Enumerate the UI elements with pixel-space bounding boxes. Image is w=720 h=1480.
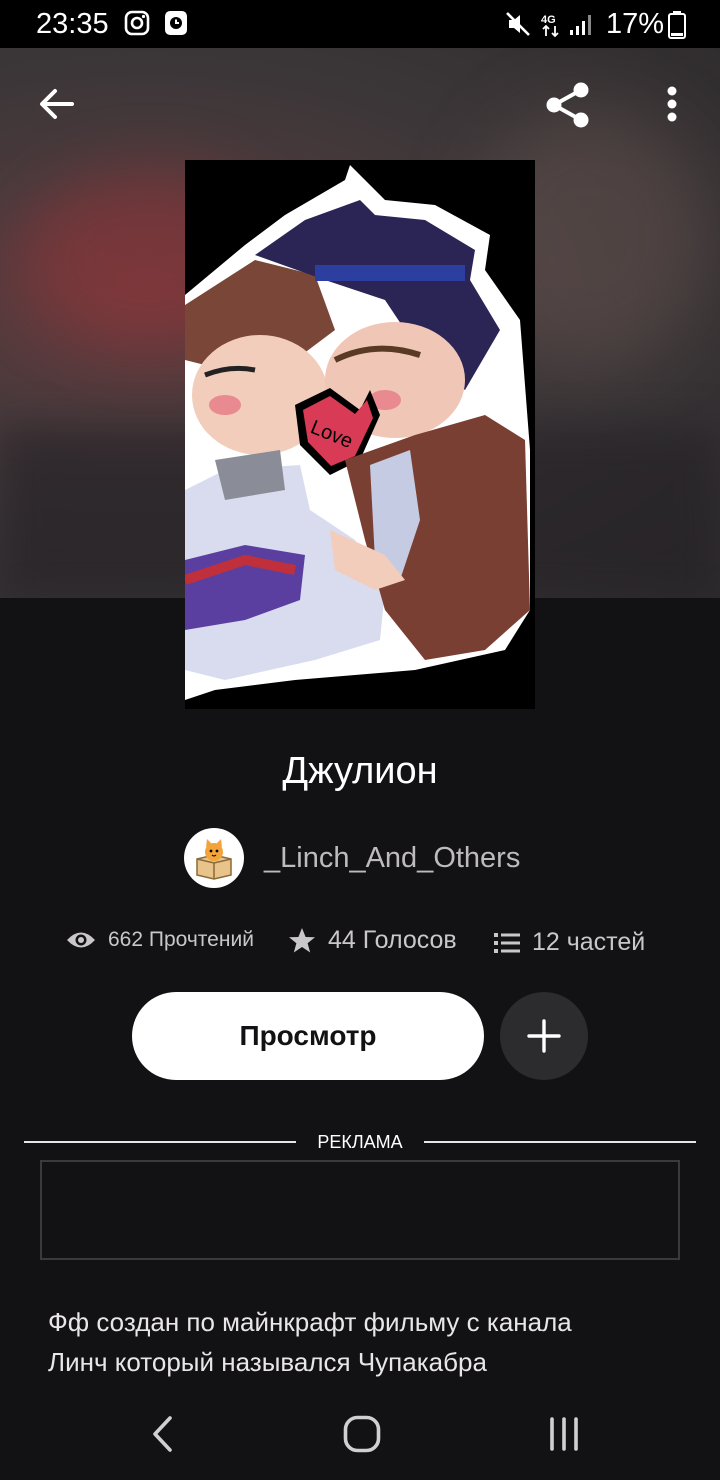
ad-banner[interactable] xyxy=(40,1160,680,1260)
instagram-icon xyxy=(124,10,150,41)
votes-count: 44 Голосов xyxy=(328,926,457,954)
status-time: 23:35 xyxy=(36,8,109,40)
story-stats: 662 Прочтений 44 Голосов 12 частей xyxy=(0,924,720,964)
author-link[interactable]: _Linch_And_Others xyxy=(184,828,520,888)
arrow-left-icon xyxy=(40,89,74,119)
battery-icon xyxy=(668,11,686,44)
story-title: Джулион xyxy=(282,750,438,792)
home-icon xyxy=(343,1415,381,1453)
parts-stat: 12 частей xyxy=(494,928,645,957)
clock-app-icon xyxy=(164,10,188,41)
reads-stat: 662 Прочтений xyxy=(66,928,254,952)
status-bar: 23:35 4G 17% xyxy=(0,0,720,48)
system-navigation-bar xyxy=(0,1388,720,1480)
nav-back-button[interactable] xyxy=(140,1410,184,1458)
nav-home-button[interactable] xyxy=(340,1410,384,1458)
eye-icon xyxy=(67,932,95,948)
description-line: Линч который назывался Чупакабра xyxy=(48,1347,487,1377)
nav-recents-button[interactable] xyxy=(540,1410,588,1458)
cover-artwork: Love xyxy=(185,160,535,709)
author-name[interactable]: _Linch_And_Others xyxy=(264,842,520,875)
battery-percent: 17% xyxy=(606,8,665,40)
read-button[interactable]: Просмотр xyxy=(132,992,484,1080)
more-options-button[interactable] xyxy=(654,82,690,126)
ad-label: РЕКЛАМА xyxy=(317,1132,403,1152)
back-button[interactable] xyxy=(30,80,82,128)
parts-count: 12 частей xyxy=(532,928,646,956)
network-4g-icon: 4G xyxy=(540,12,562,43)
reads-count: 662 Прочтений xyxy=(108,928,254,951)
mute-icon xyxy=(504,10,532,43)
story-cover-image[interactable]: Love xyxy=(185,160,535,709)
share-button[interactable] xyxy=(540,78,596,132)
votes-stat: 44 Голосов xyxy=(288,926,457,955)
divider xyxy=(424,1141,696,1143)
list-icon xyxy=(494,932,520,953)
svg-text:4G: 4G xyxy=(541,14,556,26)
story-description: Фф создан по майнкрафт фильму с канала Л… xyxy=(48,1302,688,1382)
chevron-left-icon xyxy=(153,1416,172,1452)
plus-icon xyxy=(527,1019,561,1053)
add-to-library-button[interactable] xyxy=(500,992,588,1080)
signal-icon xyxy=(568,14,594,41)
more-vertical-icon xyxy=(667,86,677,122)
share-icon xyxy=(546,82,589,128)
divider xyxy=(24,1141,296,1143)
recent-apps-icon xyxy=(550,1417,578,1451)
avatar[interactable] xyxy=(184,828,244,888)
description-line: Фф создан по майнкрафт фильму с канала xyxy=(48,1307,572,1337)
star-icon xyxy=(289,927,315,952)
cat-in-box-avatar-icon xyxy=(196,839,232,880)
ad-label-row: РЕКЛАМА xyxy=(24,1130,696,1154)
